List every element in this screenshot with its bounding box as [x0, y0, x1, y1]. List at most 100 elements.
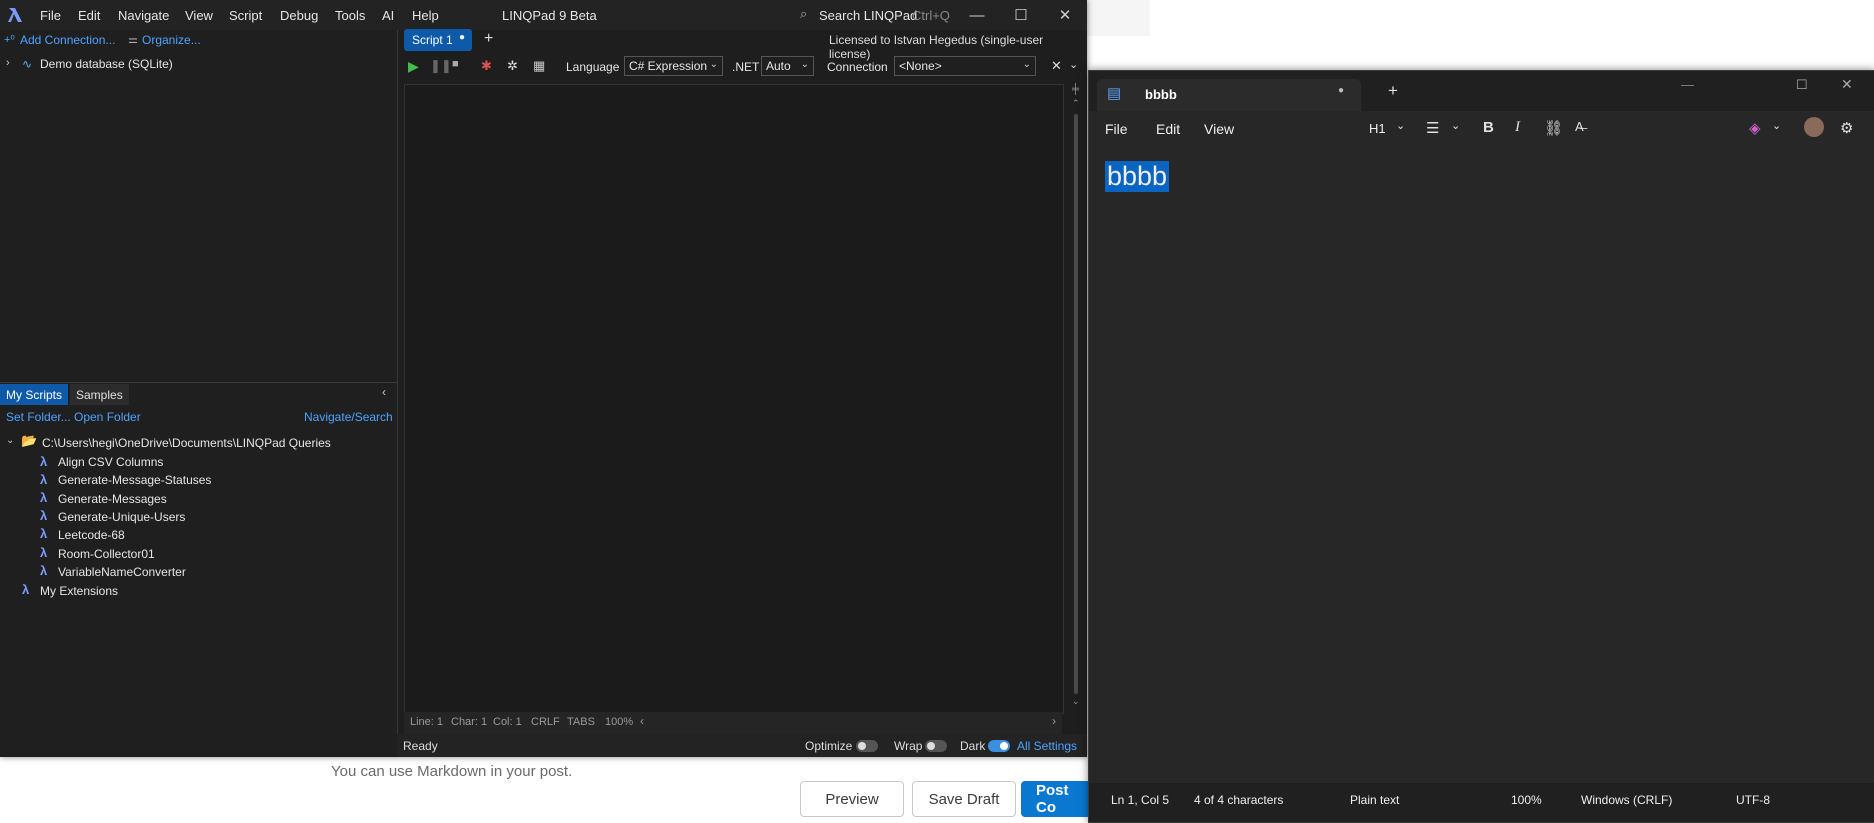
status-line: Line: 1 [410, 716, 444, 728]
new-tab-plus-icon[interactable]: + [484, 30, 493, 48]
scroll-up-icon[interactable]: ⌃ [1072, 98, 1080, 109]
link-icon[interactable]: ⛓ [1544, 119, 1563, 137]
organize-link[interactable]: Organize... [142, 33, 201, 47]
menu-view[interactable]: View [185, 8, 213, 23]
query-item[interactable]: Generate-Messages [58, 492, 167, 506]
debug-bug-icon[interactable]: ✱ [481, 58, 492, 74]
chevron-down-icon[interactable]: ⌄ [1396, 119, 1405, 132]
search-linqpad[interactable]: Search LINQPad [819, 8, 917, 23]
query-item[interactable]: Align CSV Columns [58, 455, 163, 469]
close-button[interactable]: ✕ [1043, 3, 1087, 27]
toolbar-overflow-chevron-icon[interactable]: ⌄ [1069, 58, 1078, 71]
menu-debug[interactable]: Debug [280, 8, 318, 23]
notepad-menu-view[interactable]: View [1204, 121, 1234, 137]
all-settings-link[interactable]: All Settings [1017, 739, 1077, 753]
split-icon[interactable]: ╪ [1072, 84, 1079, 95]
new-tab-plus-icon[interactable]: + [1388, 81, 1398, 101]
save-draft-button[interactable]: Save Draft [912, 781, 1016, 817]
preview-button[interactable]: Preview [800, 781, 904, 817]
clear-connection-icon[interactable]: ✕ [1051, 58, 1062, 74]
query-item[interactable]: Generate-Unique-Users [58, 510, 185, 524]
scroll-right-icon[interactable]: › [1052, 714, 1056, 728]
encoding[interactable]: UTF-8 [1736, 793, 1770, 807]
copilot-icon[interactable]: ◈ [1749, 119, 1761, 137]
minimize-button[interactable]: — [955, 3, 999, 27]
document-heading[interactable]: bbbb [1105, 161, 1170, 192]
net-label: .NET [732, 60, 760, 74]
navigate-search-link[interactable]: Navigate/Search [304, 410, 393, 424]
code-editor[interactable] [404, 84, 1064, 714]
my-extensions-item[interactable]: My Extensions [40, 584, 118, 598]
query-item[interactable]: Leetcode-68 [58, 528, 125, 542]
notepad-tab[interactable]: ▤ bbbb ● [1097, 79, 1361, 111]
net-select[interactable]: Auto ⌄ [761, 56, 814, 76]
avatar[interactable] [1804, 117, 1824, 137]
tab-samples[interactable]: Samples [70, 384, 129, 405]
menu-tools[interactable]: Tools [335, 8, 365, 23]
stop-icon[interactable]: ■ [452, 58, 459, 70]
notepad-maximize-button[interactable]: ☐ [1796, 77, 1808, 93]
pause-icon[interactable]: ❚❚ [430, 58, 452, 74]
demo-database-item[interactable]: Demo database (SQLite) [40, 57, 173, 71]
query-item[interactable]: VariableNameConverter [58, 565, 186, 579]
query-lambda-icon: λ [40, 545, 48, 560]
open-folder-link[interactable]: Open Folder [74, 410, 141, 424]
menu-navigate[interactable]: Navigate [118, 8, 169, 23]
run-icon[interactable]: ▶ [408, 58, 419, 75]
italic-icon[interactable]: I [1515, 119, 1520, 136]
settings-gear-icon[interactable]: ⚙ [1840, 119, 1853, 137]
set-folder-link[interactable]: Set Folder... [6, 410, 71, 424]
folder-icon: 📂 [21, 433, 38, 448]
scroll-left-icon[interactable]: ‹ [640, 714, 644, 728]
query-item[interactable]: Room-Collector01 [58, 547, 155, 561]
unsaved-dot-icon[interactable]: ● [1338, 85, 1344, 96]
bold-icon[interactable]: B [1483, 119, 1494, 136]
optimize-toggle[interactable] [856, 740, 878, 752]
add-connection-link[interactable]: Add Connection... [20, 33, 115, 47]
debug-step-icon[interactable]: ✲ [507, 58, 518, 74]
menu-ai[interactable]: AI [382, 8, 394, 23]
chevron-down-icon[interactable]: ⌄ [1451, 119, 1460, 132]
text-format[interactable]: Plain text [1350, 793, 1399, 807]
menu-script[interactable]: Script [229, 8, 262, 23]
add-connection-icon: +⁰ [4, 34, 15, 46]
character-count: 4 of 4 characters [1194, 793, 1284, 807]
grid-results-icon[interactable]: ▦ [533, 58, 545, 74]
maximize-button[interactable]: ☐ [999, 3, 1043, 27]
menu-edit[interactable]: Edit [78, 8, 100, 23]
line-ending[interactable]: Windows (CRLF) [1581, 793, 1672, 807]
zoom-level[interactable]: 100% [1511, 793, 1542, 807]
menu-file[interactable]: File [40, 8, 61, 23]
notepad-menu-file[interactable]: File [1105, 121, 1128, 137]
tab-my-scripts[interactable]: My Scripts [0, 384, 69, 405]
optimize-label: Optimize [805, 739, 853, 753]
clear-formatting-icon[interactable]: A̶ [1575, 119, 1584, 134]
notepad-menu-edit[interactable]: Edit [1156, 121, 1180, 137]
notepad-minimize-button[interactable]: — [1681, 77, 1694, 92]
heading-format-dropdown[interactable]: H1 [1369, 121, 1386, 136]
dark-toggle[interactable] [988, 740, 1010, 752]
query-item[interactable]: Generate-Message-Statuses [58, 473, 211, 487]
status-zoom: 100% [605, 716, 634, 728]
queries-folder[interactable]: C:\Users\hegi\OneDrive\Documents\LINQPad… [42, 436, 331, 450]
post-button[interactable]: Post Co [1021, 781, 1091, 817]
scroll-down-icon[interactable]: ⌄ [1072, 696, 1080, 707]
chevron-down-icon[interactable]: ⌄ [1772, 119, 1781, 132]
scrollbar-thumb[interactable] [1074, 114, 1078, 694]
tab-script-1[interactable]: Script 1 ● [404, 29, 472, 51]
editor-scrollbar[interactable]: ╪ ⌃ ⌄ [1071, 84, 1081, 712]
organize-icon: ⚌ [128, 34, 138, 46]
notepad-text-area[interactable] [1089, 146, 1874, 783]
collapse-panel-icon[interactable]: ‹ [382, 385, 386, 399]
expand-chevron-icon[interactable]: › [6, 57, 10, 69]
connection-select[interactable]: <None> ⌄ [894, 56, 1036, 76]
folder-expanded-chevron-icon[interactable]: ⌄ [6, 435, 14, 446]
notepad-close-button[interactable]: ✕ [1841, 76, 1853, 93]
list-icon[interactable]: ☰ [1426, 119, 1439, 137]
script-tab-label: Script 1 [412, 33, 453, 47]
database-icon: ∿ [22, 57, 33, 71]
wrap-toggle[interactable] [925, 740, 947, 752]
menu-help[interactable]: Help [412, 8, 439, 23]
language-select[interactable]: C# Expression ⌄ [624, 56, 723, 76]
status-indent: TABS [567, 716, 595, 728]
